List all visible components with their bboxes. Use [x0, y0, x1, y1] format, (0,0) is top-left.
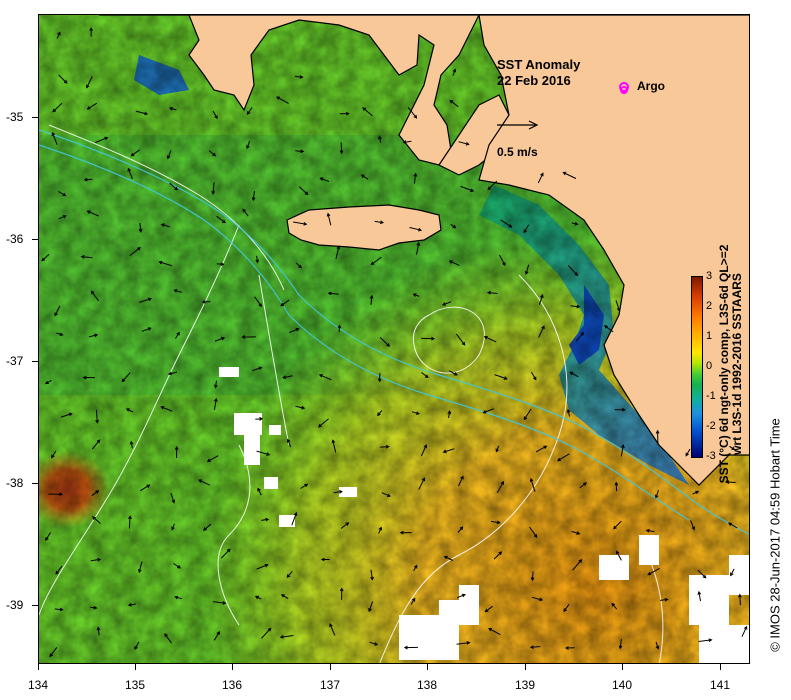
colorbar-caption-line-2: wrt L3S-1d 1992-2016 SSTAARS [730, 273, 744, 455]
x-tick-label: 141 [709, 678, 731, 692]
x-tick-label: 140 [611, 678, 633, 692]
x-tick-label: 136 [221, 678, 243, 692]
argo-legend: Argo [619, 79, 665, 93]
x-tick-label: 135 [124, 678, 146, 692]
colorbar-caption-line-1: SST (°C) 6d ngt-only comp, L3S-6d QL>=2 [717, 244, 731, 484]
y-tick-label: -35 [6, 110, 24, 124]
y-tick-label: -39 [6, 598, 24, 612]
y-tick-label: -37 [6, 354, 24, 368]
scale-arrow-label: 0.5 m/s [497, 145, 538, 159]
title-date: 22 Feb 2016 [497, 73, 571, 88]
title-line-1: SST Anomaly [497, 57, 581, 72]
sst-anomaly-map [38, 14, 750, 664]
map-title: SST Anomaly 22 Feb 2016 [497, 57, 580, 89]
argo-label: Argo [637, 79, 665, 93]
y-tick-label: -36 [6, 232, 24, 246]
argo-marker-icon [619, 81, 629, 92]
x-tick-label: 138 [416, 678, 438, 692]
credit-text: © IMOS 28-Jun-2017 04:59 Hobart Time [767, 418, 783, 652]
x-tick-label: 137 [319, 678, 341, 692]
x-tick-label: 139 [514, 678, 536, 692]
x-tick-label: 134 [27, 678, 49, 692]
y-tick-label: -38 [6, 476, 24, 490]
colorbar [691, 276, 703, 458]
